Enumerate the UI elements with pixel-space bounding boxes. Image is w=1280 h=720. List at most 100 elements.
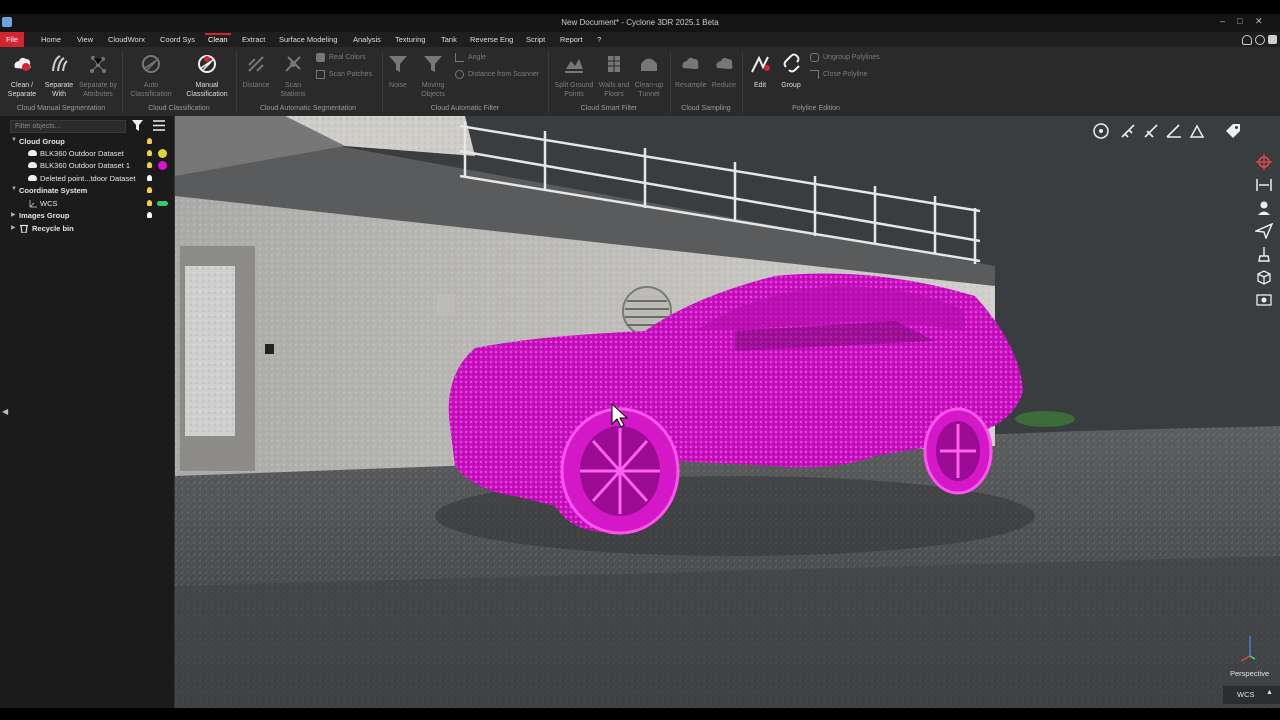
light-icon[interactable] <box>1255 246 1273 262</box>
close-button[interactable]: ✕ <box>1255 16 1263 27</box>
group-polyline-button[interactable]: Group <box>776 53 806 90</box>
close-polyline-button[interactable]: Close Polyline <box>810 70 867 79</box>
zoom-fit-icon[interactable] <box>1255 177 1273 193</box>
manual-classification-button[interactable]: Manual Classification <box>182 53 232 99</box>
expand-arrow-icon[interactable]: ▼ <box>11 137 17 143</box>
tree-item-images-group[interactable]: ▶ Images Group <box>0 210 174 222</box>
tree-item-blk360-dataset-1[interactable]: BLK360 Outdoor Dataset 1 <box>0 160 174 172</box>
split-ground-points-button[interactable]: Split Ground Points <box>552 53 596 99</box>
tree-item-wcs[interactable]: WCS <box>0 198 174 210</box>
scan-stations-button[interactable]: Scan Stations <box>276 53 310 99</box>
group-label-automatic-segmentation: Cloud Automatic Segmentation <box>259 105 357 112</box>
axis-color-swatch[interactable] <box>157 201 168 206</box>
cube-view-icon[interactable] <box>1255 269 1273 285</box>
ungroup-polylines-button[interactable]: Ungroup Polylines <box>810 53 880 62</box>
menu-clean[interactable]: Clean <box>205 33 231 44</box>
menu-analysis[interactable]: Analysis <box>353 35 381 44</box>
render-settings-icon[interactable] <box>1255 292 1273 308</box>
tag-label-icon[interactable] <box>1224 123 1242 139</box>
menu-texturing[interactable]: Texturing <box>395 35 425 44</box>
separate-with-button[interactable]: Separate With <box>42 53 76 99</box>
maximize-button[interactable]: □ <box>1237 16 1242 26</box>
visibility-bulb-icon[interactable] <box>147 187 152 193</box>
color-swatch[interactable] <box>158 161 167 170</box>
menu-view[interactable]: View <box>77 35 93 44</box>
menu-cloudworx[interactable]: CloudWorx <box>108 35 145 44</box>
coord-system-selector[interactable]: WCS ▲ <box>1223 686 1280 704</box>
visibility-bulb-icon[interactable] <box>147 138 152 144</box>
3d-viewport[interactable]: Perspective WCS ▲ <box>175 116 1280 708</box>
resample-button[interactable]: Resample <box>675 53 707 90</box>
menu-report[interactable]: Report <box>560 35 583 44</box>
filter-icon[interactable] <box>132 120 143 131</box>
menu-help[interactable]: ? <box>597 35 601 44</box>
visibility-bulb-icon[interactable] <box>147 150 152 156</box>
measure-tool-icon[interactable] <box>1120 123 1138 139</box>
noise-button[interactable]: Noise <box>386 53 410 90</box>
expand-arrow-icon[interactable]: ▶ <box>11 211 16 218</box>
expand-arrow-icon[interactable]: ▼ <box>11 186 17 192</box>
menu-bar: File Home View CloudWorx Coord Sys Clean… <box>0 32 1280 47</box>
menu-file[interactable]: File <box>0 32 25 47</box>
tree-item-deleted-points[interactable]: Deleted point...tdoor Dataset <box>0 173 174 185</box>
account-icon[interactable] <box>1268 35 1277 44</box>
menu-coord-sys[interactable]: Coord Sys <box>160 35 195 44</box>
measure-distance-icon[interactable] <box>1143 123 1161 139</box>
visibility-bulb-icon[interactable] <box>147 212 152 218</box>
trash-icon <box>20 224 28 233</box>
filter-objects-input[interactable] <box>10 120 126 133</box>
group-label-sampling: Cloud Sampling <box>681 105 731 112</box>
tree-item-coordinate-system[interactable]: ▼ Coordinate System <box>0 185 174 197</box>
clean-separate-button[interactable]: Clean / Separate <box>5 53 39 99</box>
navigation-icon[interactable] <box>1255 154 1273 170</box>
menu-home[interactable]: Home <box>41 35 61 44</box>
send-icon[interactable] <box>1253 222 1274 240</box>
minimize-button[interactable]: – <box>1220 16 1225 26</box>
real-colors-button[interactable]: Real Colors <box>316 53 366 62</box>
moving-objects-button[interactable]: Moving Objects <box>416 53 450 99</box>
auto-classification-icon <box>142 55 160 73</box>
notification-icon[interactable] <box>1242 35 1252 45</box>
view-person-icon[interactable] <box>1255 200 1273 216</box>
walls-and-floors-button[interactable]: Walls and Floors <box>598 53 630 99</box>
menu-extract[interactable]: Extract <box>242 35 265 44</box>
distance-from-scanner-button[interactable]: Distance from Scanner <box>455 70 539 79</box>
close-polyline-icon <box>810 70 819 79</box>
measure-area-icon[interactable] <box>1188 123 1206 139</box>
expand-arrow-icon[interactable]: ▶ <box>11 224 16 231</box>
edit-polyline-button[interactable]: Edit <box>747 53 773 90</box>
color-swatch[interactable] <box>158 149 167 158</box>
group-separator <box>548 51 549 113</box>
auto-classification-button[interactable]: Auto Classification <box>128 53 174 99</box>
menu-script[interactable]: Script <box>526 35 545 44</box>
point-cloud-icon <box>28 162 37 168</box>
separate-by-attributes-button[interactable]: Separate by Attributes <box>78 53 118 99</box>
menu-icon[interactable] <box>153 120 165 131</box>
angle-button[interactable]: Angle <box>455 53 486 62</box>
edit-polyline-icon <box>751 55 770 73</box>
menu-surface-modeling[interactable]: Surface Modeling <box>279 35 337 44</box>
menu-tank[interactable]: Tank <box>441 35 457 44</box>
point-cloud-icon <box>28 150 37 156</box>
view-center-icon[interactable] <box>1092 123 1110 139</box>
collapse-panel-icon[interactable]: ◀ <box>2 407 8 416</box>
tree-item-cloud-group[interactable]: ▼ Cloud Group <box>0 136 174 148</box>
distance-from-scanner-icon <box>455 70 464 79</box>
scan-patches-button[interactable]: Scan Patches <box>316 70 372 79</box>
tree-item-blk360-dataset[interactable]: BLK360 Outdoor Dataset <box>0 148 174 160</box>
title-bar: New Document* - Cyclone 3DR 2025.1 Beta … <box>0 14 1280 32</box>
visibility-bulb-icon[interactable] <box>147 200 152 206</box>
reduce-button[interactable]: Reduce <box>709 53 739 90</box>
visibility-bulb-icon[interactable] <box>147 162 152 168</box>
separate-with-icon <box>52 55 68 72</box>
group-separator <box>122 51 123 113</box>
refresh-icon[interactable] <box>1255 35 1265 45</box>
measure-angle-icon[interactable] <box>1165 123 1183 139</box>
chevron-up-icon[interactable]: ▲ <box>1266 689 1273 696</box>
distance-button[interactable]: Distance <box>240 53 272 90</box>
tree-item-recycle-bin[interactable]: ▶ Recycle bin <box>0 223 174 235</box>
point-cloud-scene <box>175 116 1280 708</box>
visibility-bulb-icon[interactable] <box>147 175 152 181</box>
clean-up-tunnel-button[interactable]: Clean-up Tunnel <box>632 53 666 99</box>
menu-reverse-eng[interactable]: Reverse Eng <box>470 35 513 44</box>
